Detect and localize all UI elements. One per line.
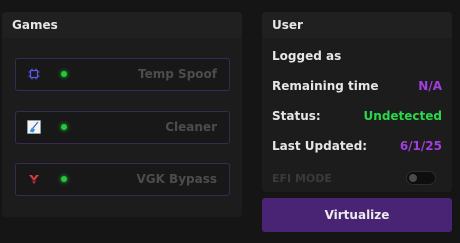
status-value: Undetected bbox=[363, 109, 442, 123]
logged-as-row: Logged as bbox=[272, 47, 442, 65]
games-panel: Games Temp Spoof Cleaner VGK Bypass bbox=[2, 12, 242, 217]
games-panel-title: Games bbox=[2, 12, 242, 38]
toggle-knob bbox=[409, 174, 417, 182]
virtualize-button[interactable]: Virtualize bbox=[262, 198, 452, 232]
cpu-chip-icon bbox=[26, 66, 42, 82]
logged-as-label: Logged as bbox=[272, 49, 342, 63]
game-item-vgk-bypass[interactable]: VGK Bypass bbox=[15, 163, 230, 196]
remaining-time-value: N/A bbox=[418, 79, 442, 93]
game-item-label: Temp Spoof bbox=[138, 67, 217, 81]
game-item-label: VGK Bypass bbox=[136, 172, 217, 186]
last-updated-value: 6/1/25 bbox=[399, 139, 442, 153]
last-updated-label: Last Updated: bbox=[272, 139, 368, 153]
status-indicator bbox=[61, 124, 67, 130]
broom-icon bbox=[26, 119, 42, 135]
game-item-label: Cleaner bbox=[165, 120, 217, 134]
valorant-icon bbox=[26, 171, 42, 187]
status-indicator bbox=[61, 71, 67, 77]
efi-mode-toggle[interactable] bbox=[406, 171, 436, 185]
status-indicator bbox=[61, 176, 67, 182]
game-item-cleaner[interactable]: Cleaner bbox=[15, 111, 230, 144]
status-label: Status: bbox=[272, 109, 321, 123]
user-panel: User Logged as Remaining time N/A Status… bbox=[262, 12, 452, 192]
user-panel-title: User bbox=[262, 12, 452, 38]
remaining-time-label: Remaining time bbox=[272, 79, 379, 93]
remaining-time-row: Remaining time N/A bbox=[272, 77, 442, 95]
efi-mode-row: EFI MODE bbox=[272, 170, 442, 188]
game-item-temp-spoof[interactable]: Temp Spoof bbox=[15, 58, 230, 91]
status-row: Status: Undetected bbox=[272, 107, 442, 125]
efi-mode-label: EFI MODE bbox=[272, 172, 332, 185]
last-updated-row: Last Updated: 6/1/25 bbox=[272, 137, 442, 155]
